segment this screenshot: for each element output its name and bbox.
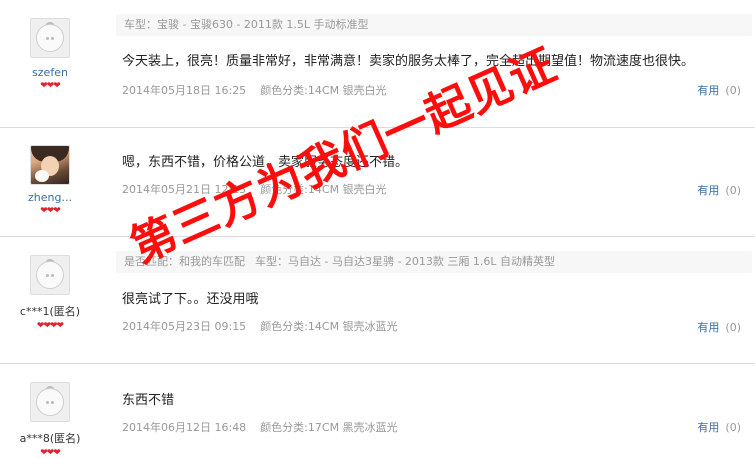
useful-button[interactable]: 有用 [697,184,719,197]
reviewer-name[interactable]: szefen [0,66,100,79]
reviewer-info: szefen ❤❤❤ [0,18,100,91]
reviewer-name[interactable]: zheng... [0,191,100,204]
useful-vote: 有用 (0) [697,82,741,98]
credit-hearts-icon: ❤❤❤❤ [36,321,64,331]
useful-vote: 有用 (0) [697,419,741,435]
useful-vote: 有用 (0) [697,319,741,335]
color-class: 颜色分类:17CM 黑壳冰蓝光 [260,421,398,434]
review-info: 2014年06月12日 16:48 颜色分类:17CM 黑壳冰蓝光 [122,419,398,435]
review-date: 2014年06月12日 16:48 [122,421,247,434]
review-date: 2014年05月23日 09:15 [122,320,247,333]
color-class: 颜色分类:14CM 银壳冰蓝光 [260,320,398,333]
credit-hearts-icon: ❤❤❤ [40,81,61,91]
useful-count: (0) [725,184,741,197]
review-item: a***8(匿名) ❤❤❤ 东西不错 2014年06月12日 16:48 颜色分类… [0,364,755,458]
reviewer-info: c***1(匿名) ❤❤❤❤ [0,255,100,331]
car-model-bar: 是否匹配：和我的车匹配 车型：马自达 - 马自达3星骋 - 2013款 三厢 1.… [116,251,752,273]
reviewer-info: a***8(匿名) ❤❤❤ [0,382,100,458]
useful-button[interactable]: 有用 [697,321,719,334]
default-avatar-icon[interactable] [30,382,70,422]
credit-hearts-icon: ❤❤❤ [40,206,61,216]
review-date: 2014年05月18日 16:25 [122,84,247,97]
review-info: 2014年05月23日 09:15 颜色分类:14CM 银壳冰蓝光 [122,318,398,334]
reviewer-info: zheng... ❤❤❤ [0,145,100,216]
review-content: 今天装上，很亮！质量非常好，非常满意！卖家的服务太棒了，完全超出期望值！物流速度… [122,54,695,69]
default-avatar-icon[interactable] [30,255,70,295]
review-item: c***1(匿名) ❤❤❤❤ 是否匹配：和我的车匹配 车型：马自达 - 马自达3星… [0,237,755,363]
user-photo-avatar[interactable] [30,145,70,185]
useful-count: (0) [725,84,741,97]
reviewer-name[interactable]: a***8(匿名) [0,430,100,446]
review-info: 2014年05月18日 16:25 颜色分类:14CM 银壳白光 [122,82,387,98]
reviewer-name[interactable]: c***1(匿名) [0,303,100,319]
useful-button[interactable]: 有用 [697,421,719,434]
review-content: 东西不错 [122,393,175,408]
car-model: 车型：马自达 - 马自达3星骋 - 2013款 三厢 1.6L 自动精英型 [255,255,556,268]
useful-count: (0) [725,421,741,434]
car-model-bar: 车型：宝骏 - 宝骏630 - 2011款 1.5L 手动标准型 [116,14,752,36]
useful-count: (0) [725,321,741,334]
useful-vote: 有用 (0) [697,182,741,198]
review-content: 很亮试了下。。还没用哦 [122,292,259,307]
default-avatar-icon[interactable] [30,18,70,58]
color-class: 颜色分类:14CM 银壳白光 [260,84,387,97]
useful-button[interactable]: 有用 [697,84,719,97]
